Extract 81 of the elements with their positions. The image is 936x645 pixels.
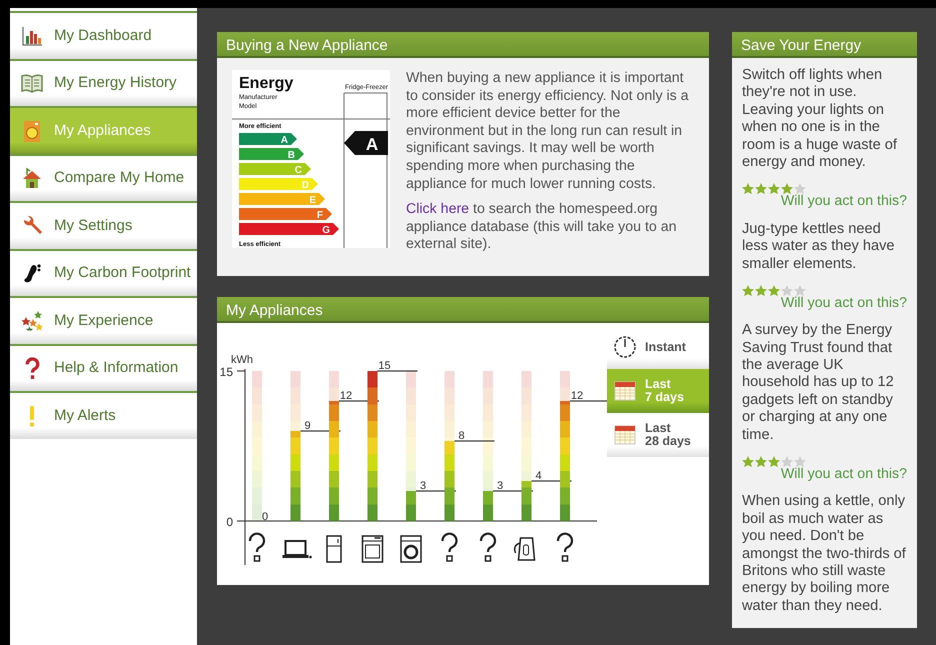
band-letter: C — [294, 165, 302, 176]
band-letter: G — [322, 225, 330, 236]
value-label: 12 — [340, 390, 352, 402]
tip-text: A survey by the Energy Saving Trust found that the average UK household has up to 12 gadgets left on standby or charging at any one time. — [742, 322, 895, 444]
star-rating[interactable] — [742, 183, 806, 196]
bar — [483, 491, 493, 521]
sidebar-item[interactable]: My Energy History — [10, 58, 197, 106]
leader-line — [377, 370, 418, 372]
star-rating[interactable] — [742, 284, 806, 297]
question-mark-icon — [248, 532, 266, 562]
star-icon[interactable] — [781, 183, 793, 196]
sidebar-item[interactable]: My Dashboard — [10, 11, 197, 58]
star-icon[interactable] — [755, 183, 767, 196]
question-mark-icon — [556, 532, 574, 562]
band-letter: A — [280, 135, 288, 146]
value-label: 8 — [458, 430, 465, 442]
panel-title: My Appliances — [217, 297, 709, 323]
star-icon[interactable] — [768, 456, 780, 468]
value-label: 3 — [420, 480, 426, 492]
band-letter: B — [288, 150, 295, 161]
tick-label: 15 — [220, 365, 233, 379]
axis-label: kWh — [231, 354, 253, 366]
leader-line — [454, 440, 495, 442]
fridge-icon — [326, 535, 342, 563]
value-label: 12 — [570, 390, 584, 402]
rating-letter: A — [366, 135, 378, 154]
tip-text: When using a kettle, only boil as much water as you need. Don't be amongst the two-thirds of Britons who still waste energy by boiling more water than they need. — [742, 493, 907, 616]
star-icon[interactable] — [794, 183, 806, 196]
star-icon[interactable] — [794, 284, 806, 297]
oven-icon — [362, 535, 384, 563]
sidebar-item[interactable]: My Alerts — [10, 391, 197, 438]
panel-title: Save Your Energy — [732, 32, 917, 58]
tip-text: Jug-type kettles need less water as they have smaller elements. — [742, 220, 896, 273]
panel-title: Buying a New Appliance — [217, 32, 709, 58]
label-title: Energy — [239, 75, 294, 92]
star-icon[interactable] — [755, 284, 767, 297]
action-link[interactable]: Will you act on this? — [742, 191, 907, 213]
band-letter: D — [302, 180, 309, 191]
sidebar-item[interactable]: Compare My Home — [10, 154, 197, 201]
laptop-icon — [282, 540, 312, 558]
exclamation-icon — [29, 404, 35, 427]
bar — [522, 481, 532, 521]
paragraph: When buying a new appliance it is important to consider its energy efficiency. Not only is a more efficient device better for the environment but in the long run can result in significant savings. It may well be worth spending more when purchasing the appliance for much lower running costs. — [406, 70, 690, 194]
value-label: 3 — [496, 480, 504, 492]
calendar-icon — [613, 379, 637, 403]
clock-icon — [613, 335, 637, 359]
band-letter: E — [309, 195, 316, 206]
star-icon[interactable] — [755, 456, 767, 468]
star-icon[interactable] — [781, 456, 793, 468]
sidebar-item[interactable]: My Carbon Footprint — [10, 248, 197, 296]
calendar-icon — [613, 423, 637, 447]
star-rating[interactable] — [742, 456, 806, 468]
tick-label: 0 — [226, 515, 233, 529]
value-label: 0 — [262, 511, 268, 523]
star-icon[interactable] — [742, 456, 754, 468]
star-icon[interactable] — [781, 284, 793, 297]
question-mark-icon — [441, 532, 458, 562]
star-icon[interactable] — [768, 183, 780, 196]
star-icon[interactable] — [742, 183, 754, 196]
value-label: 15 — [378, 360, 391, 372]
bar — [406, 491, 416, 521]
leader-line — [570, 400, 607, 402]
paragraph: Click here to search the homespeed.org appliance database (this will take you to an external site). — [406, 201, 678, 254]
question-mark-icon — [480, 532, 496, 562]
band-letter: F — [316, 210, 323, 221]
sidebar-item[interactable]: Help & Information — [10, 344, 197, 391]
washing-machine-icon — [400, 535, 422, 563]
star-icon[interactable] — [768, 284, 780, 297]
action-link[interactable]: Will you act on this? — [742, 292, 907, 314]
value-label: 9 — [304, 420, 311, 432]
action-link[interactable]: Will you act on this? — [742, 464, 907, 486]
tip-text: Switch off lights when they're not in use. Leaving your lights on when no one is in the room is a huge waste of energy and money. — [742, 67, 898, 172]
kettle-icon — [514, 537, 536, 561]
stars-icon — [20, 308, 44, 333]
sidebar-item[interactable]: My Experience — [10, 296, 197, 344]
sidebar-item[interactable]: My Settings — [10, 201, 197, 248]
link[interactable]: Click here — [406, 201, 470, 218]
star-icon[interactable] — [742, 284, 754, 297]
star-icon[interactable] — [794, 456, 806, 468]
value-label: 4 — [535, 470, 542, 482]
question-mark-icon — [24, 356, 40, 380]
